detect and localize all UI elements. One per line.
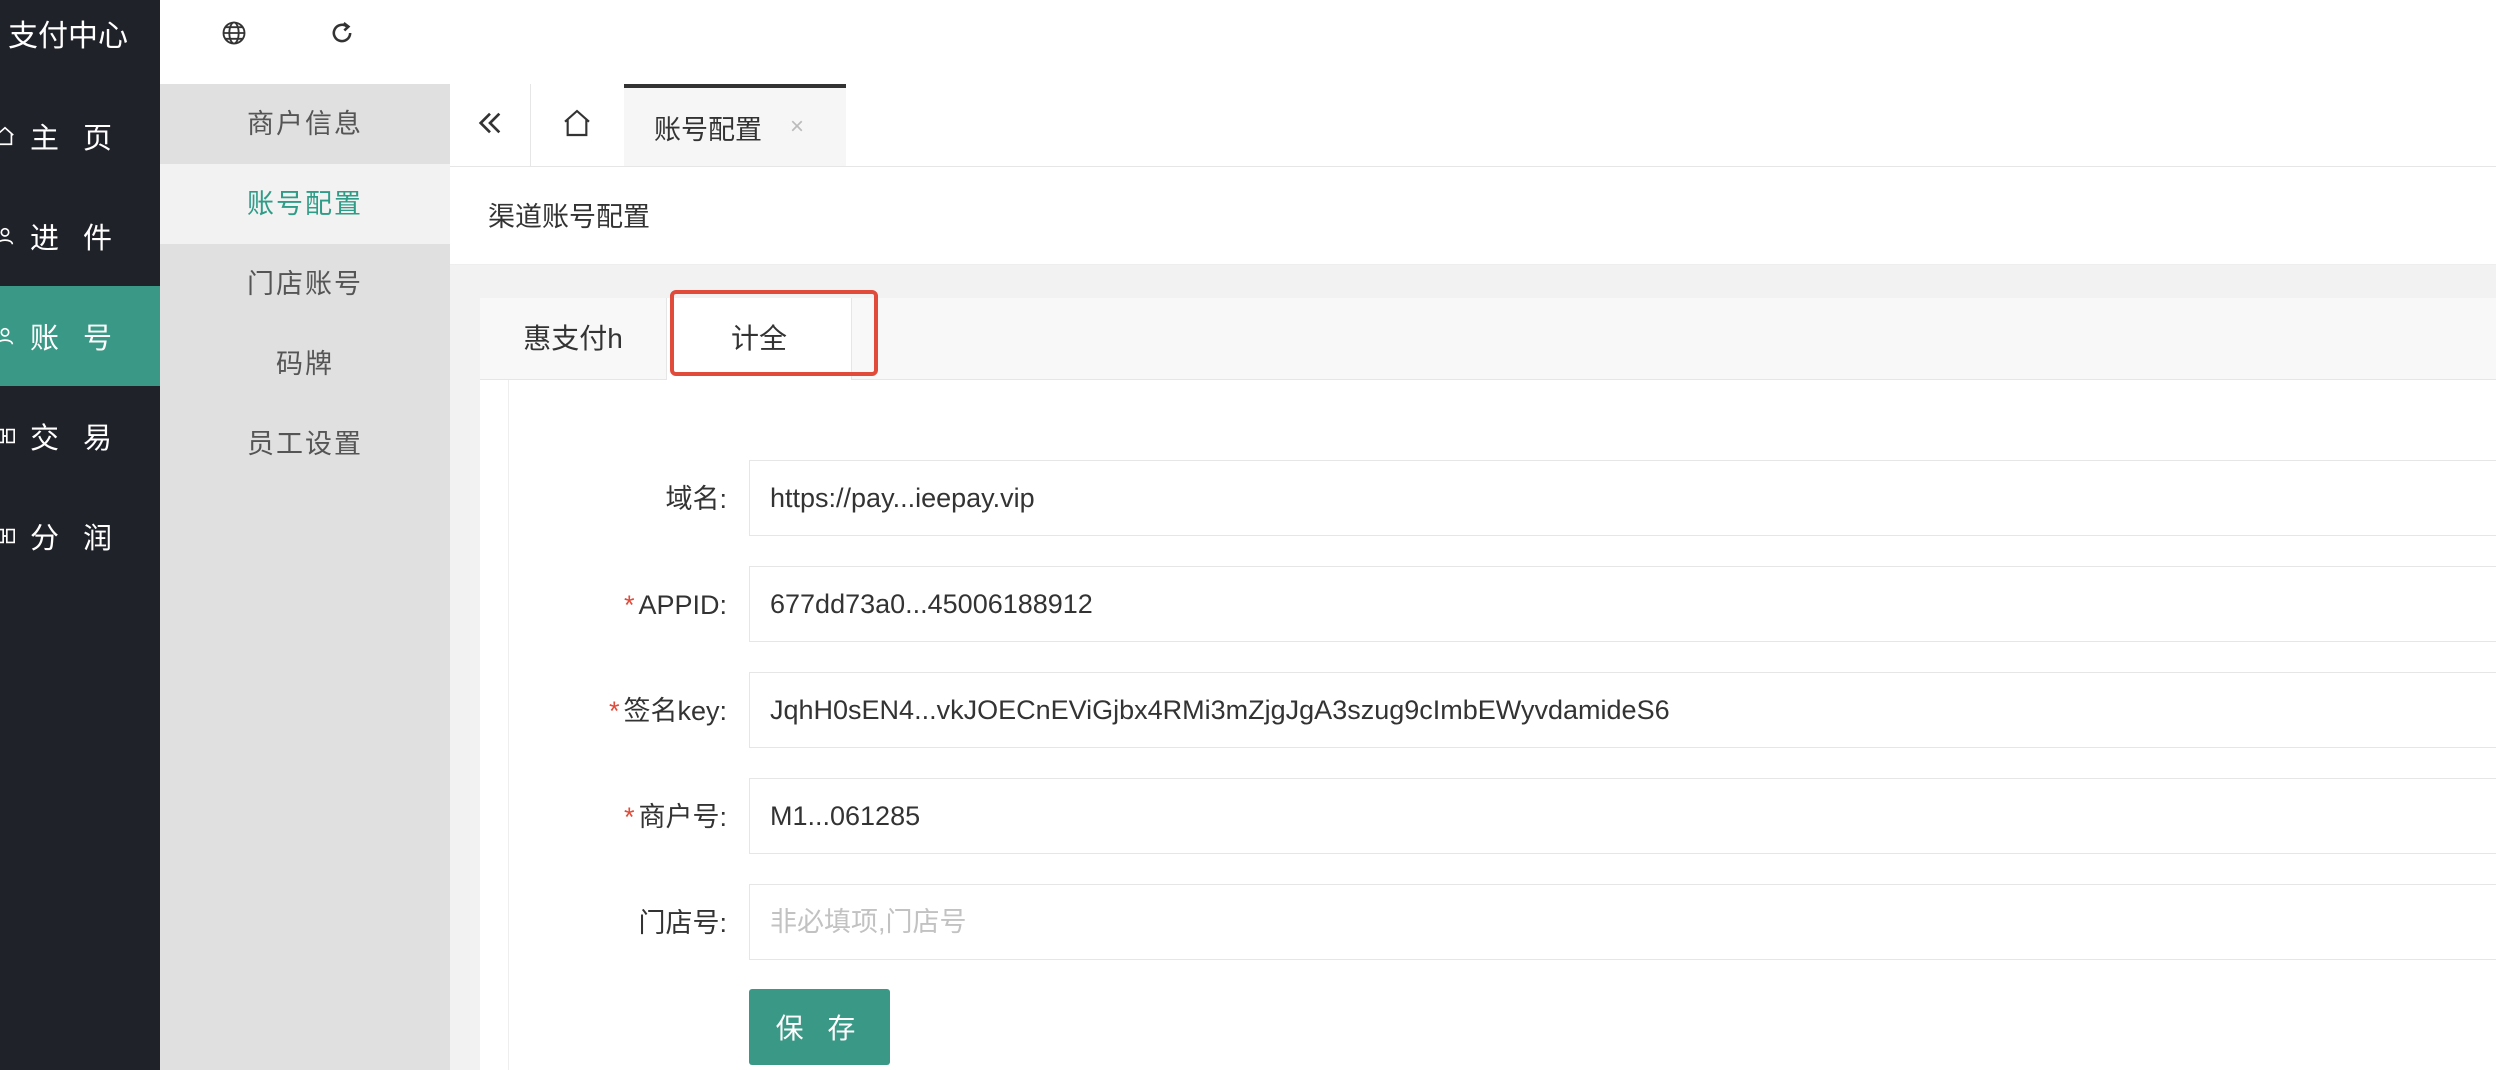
merchant-no-label-text: 商户号: xyxy=(638,802,727,832)
tab-label: 账号配置 xyxy=(654,114,762,145)
refresh-button[interactable] xyxy=(324,17,360,53)
nav-item-label: 分 润 xyxy=(30,523,121,555)
nav-item-onboarding[interactable]: 进 件 xyxy=(0,186,160,286)
nav-item-home[interactable]: 主 页 xyxy=(0,86,160,186)
channel-tab-bar: 惠支付h 计全 xyxy=(480,298,2496,380)
store-no-label: 门店号: xyxy=(638,908,727,938)
form-row-sign-key: * 签名key: xyxy=(509,672,2496,750)
home-icon xyxy=(561,107,593,144)
tab-huizhifu[interactable]: 惠支付h xyxy=(480,298,666,380)
collapse-sidebar-button[interactable] xyxy=(450,84,531,166)
account-config-form: 域名: *APPID: *签名key: *商户号: 门店号: 保 存 xyxy=(508,380,2496,1070)
main-sidebar: 支付中心 主 页 进 件 账 号 交 易 分 润 xyxy=(0,0,160,1070)
required-mark: * xyxy=(623,802,635,832)
page-title: 渠道账号配置 xyxy=(488,202,650,232)
book-icon xyxy=(0,425,16,447)
submenu-item-qr-plate[interactable]: 码牌 xyxy=(160,324,450,404)
appid-input[interactable] xyxy=(749,566,2496,642)
home-tab-button[interactable] xyxy=(530,84,625,166)
double-chevron-left-icon xyxy=(474,107,506,144)
user-icon xyxy=(0,225,16,247)
tab-jiquan[interactable]: 计全 xyxy=(666,298,852,380)
appid-label-text: APPID: xyxy=(638,590,727,620)
main-content: 渠道账号配置 惠支付h 计全 域名: *APPID: *签名key: *商户号: xyxy=(450,167,2496,1070)
nav-item-label: 交 易 xyxy=(30,423,121,455)
book-icon xyxy=(0,525,16,547)
nav-item-account[interactable]: 账 号 xyxy=(0,286,160,386)
submenu-item-store-account[interactable]: 门店账号 xyxy=(160,244,450,324)
save-button[interactable]: 保 存 xyxy=(749,989,890,1065)
appid-label: * APPID: xyxy=(624,566,727,644)
merchant-no-label: * 商户号: xyxy=(624,778,727,856)
sub-sidebar: 商户信息 账号配置 门店账号 码牌 员工设置 xyxy=(160,84,450,1070)
domain-label: 域名: xyxy=(665,484,727,514)
globe-icon xyxy=(220,19,248,52)
submenu-item-merchant-info[interactable]: 商户信息 xyxy=(160,84,450,164)
user-icon xyxy=(0,325,16,347)
refresh-icon xyxy=(328,19,356,52)
home-icon xyxy=(0,125,16,147)
tab-account-config[interactable]: 账号配置 × xyxy=(624,84,846,166)
store-no-input[interactable] xyxy=(749,884,2496,960)
nav-item-label: 主 页 xyxy=(30,123,121,155)
form-row-domain: 域名: xyxy=(509,460,2496,538)
top-header xyxy=(160,0,2496,85)
merchant-no-input[interactable] xyxy=(749,778,2496,854)
close-icon[interactable]: × xyxy=(790,113,804,141)
sign-key-input[interactable] xyxy=(749,672,2496,748)
submenu-item-staff-settings[interactable]: 员工设置 xyxy=(160,404,450,484)
domain-input[interactable] xyxy=(749,460,2496,536)
required-mark: * xyxy=(608,696,620,726)
sign-key-label-text: 签名key: xyxy=(623,696,727,726)
channel-panel: 惠支付h 计全 域名: *APPID: *签名key: *商户号: 门店号: xyxy=(480,298,2496,1070)
sign-key-label: * 签名key: xyxy=(609,672,727,750)
form-row-store-no: 门店号: xyxy=(509,884,2496,962)
nav-item-transaction[interactable]: 交 易 xyxy=(0,386,160,486)
nav-item-label: 进 件 xyxy=(30,223,121,255)
nav-item-profit-share[interactable]: 分 润 xyxy=(0,486,160,586)
submenu-item-account-config[interactable]: 账号配置 xyxy=(160,164,450,244)
form-row-merchant-no: * 商户号: xyxy=(509,778,2496,856)
app-title: 支付中心 xyxy=(8,20,128,53)
form-row-appid: * APPID: xyxy=(509,566,2496,644)
nav-item-label: 账 号 xyxy=(30,323,121,355)
page-tab-bar: 账号配置 × xyxy=(450,84,2496,167)
card-header: 渠道账号配置 xyxy=(450,167,2496,265)
globe-button[interactable] xyxy=(216,17,252,53)
required-mark: * xyxy=(623,590,635,620)
